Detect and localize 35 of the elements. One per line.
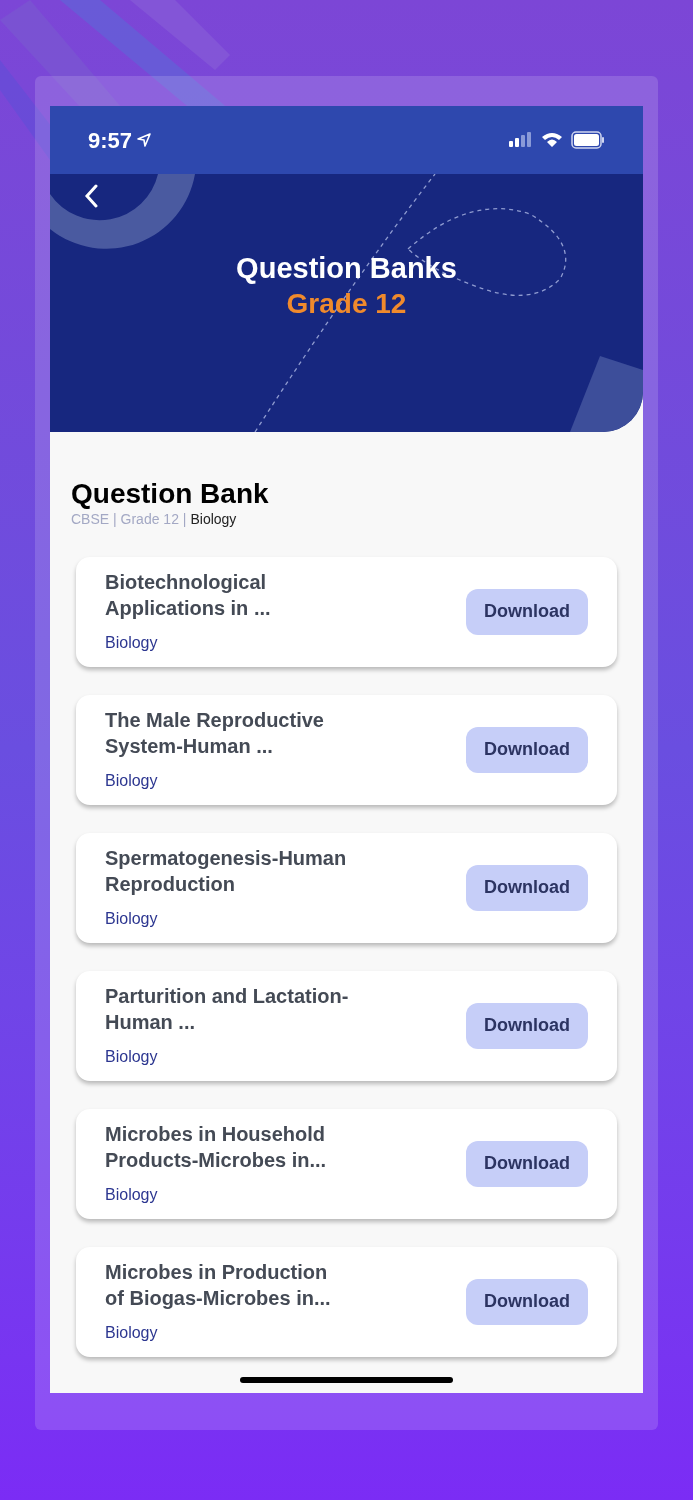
card-title: Spermatogenesis-Human Reproduction [105, 845, 348, 897]
breadcrumb-current: Biology [190, 511, 237, 529]
card-subject: Biology [105, 632, 159, 653]
download-button[interactable]: Download [466, 1140, 588, 1187]
download-button[interactable]: Download [466, 1278, 588, 1325]
location-arrow-icon [136, 132, 153, 148]
back-chevron-icon [84, 184, 98, 208]
card-subject: Biology [105, 1184, 159, 1205]
status-time: 9:57 [88, 126, 133, 155]
question-bank-card[interactable]: Microbes in Household Products-Microbes in... Biology Download [76, 1108, 617, 1219]
battery-icon [571, 131, 605, 149]
question-bank-card[interactable]: Spermatogenesis-Human Reproduction Biology Download [76, 832, 617, 943]
card-title: Microbes in Production of Biogas-Microbes in... [105, 1259, 332, 1311]
section-title: Question Bank [71, 477, 270, 511]
header-subtitle: Grade 12 [286, 287, 407, 322]
wifi-icon [541, 132, 563, 148]
question-bank-card[interactable]: Parturition and Lactation-Human ... Biology Download [76, 970, 617, 1081]
question-bank-card[interactable]: The Male Reproductive System-Human ... Biology Download [76, 694, 617, 805]
card-subject: Biology [105, 908, 159, 929]
question-bank-card[interactable]: Microbes in Production of Biogas-Microbes in... Biology Download [76, 1246, 617, 1357]
question-bank-card[interactable]: Biotechnological Applications in ... Biology Download [76, 556, 617, 667]
header-title: Question Banks [236, 251, 457, 286]
card-title: Parturition and Lactation-Human ... [105, 983, 350, 1035]
card-title: The Male Reproductive System-Human ... [105, 707, 325, 759]
download-button[interactable]: Download [466, 726, 588, 773]
card-subject: Biology [105, 1322, 159, 1343]
card-subject: Biology [105, 770, 159, 791]
card-title: Microbes in Household Products-Microbes in... [105, 1121, 328, 1173]
download-button[interactable]: Download [466, 1002, 588, 1049]
signal-icon [509, 132, 533, 148]
card-subject: Biology [105, 1046, 159, 1067]
download-button[interactable]: Download [466, 588, 588, 635]
download-button[interactable]: Download [466, 864, 588, 911]
card-title: Biotechnological Applications in ... [105, 569, 272, 621]
breadcrumb-path: CBSE | Grade 12 | [71, 511, 187, 529]
